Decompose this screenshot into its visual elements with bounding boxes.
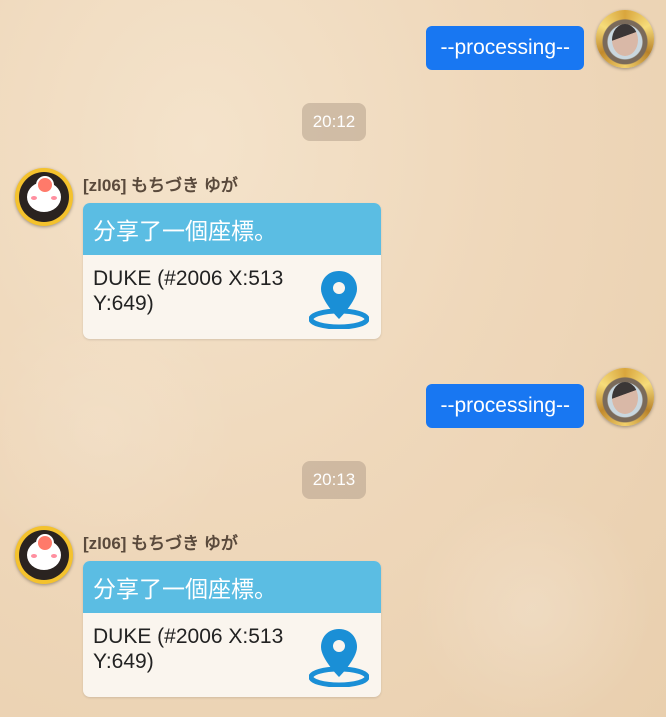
sender-name: [zl06] もちづき ゆが — [83, 534, 238, 553]
timestamp-text: 20:12 — [312, 112, 356, 131]
outgoing-message[interactable]: --processing-- — [426, 26, 584, 70]
sender-name: [zl06] もちづき ゆが — [83, 176, 238, 195]
sun-shape — [36, 534, 54, 552]
location-pin-icon[interactable] — [309, 267, 369, 329]
avatar-face — [612, 382, 638, 414]
self-avatar[interactable] — [596, 10, 654, 68]
coordinate-card[interactable]: 分享了一個座標。 DUKE (#2006 X:513 Y:649) — [83, 561, 381, 697]
message-text: --processing-- — [440, 36, 570, 59]
avatar-face — [612, 24, 638, 56]
card-title: 分享了一個座標。 — [83, 561, 381, 613]
timestamp: 20:12 — [302, 103, 366, 141]
cheek-shape — [51, 554, 57, 558]
timestamp-text: 20:13 — [312, 470, 356, 489]
coordinate-card[interactable]: 分享了一個座標。 DUKE (#2006 X:513 Y:649) — [83, 203, 381, 339]
location-pin-icon[interactable] — [309, 625, 369, 687]
message-text: --processing-- — [440, 394, 570, 417]
card-coordinates: DUKE (#2006 X:513 Y:649) — [93, 625, 284, 673]
card-coordinates: DUKE (#2006 X:513 Y:649) — [93, 267, 284, 315]
outgoing-message[interactable]: --processing-- — [426, 384, 584, 428]
sender-avatar[interactable] — [15, 168, 73, 226]
self-avatar[interactable] — [596, 368, 654, 426]
avatar-image — [19, 172, 69, 222]
cheek-shape — [31, 554, 37, 558]
avatar-image — [19, 530, 69, 580]
timestamp: 20:13 — [302, 461, 366, 499]
cheek-shape — [51, 196, 57, 200]
sender-avatar[interactable] — [15, 526, 73, 584]
sun-shape — [36, 176, 54, 194]
card-title: 分享了一個座標。 — [83, 203, 381, 255]
cheek-shape — [31, 196, 37, 200]
